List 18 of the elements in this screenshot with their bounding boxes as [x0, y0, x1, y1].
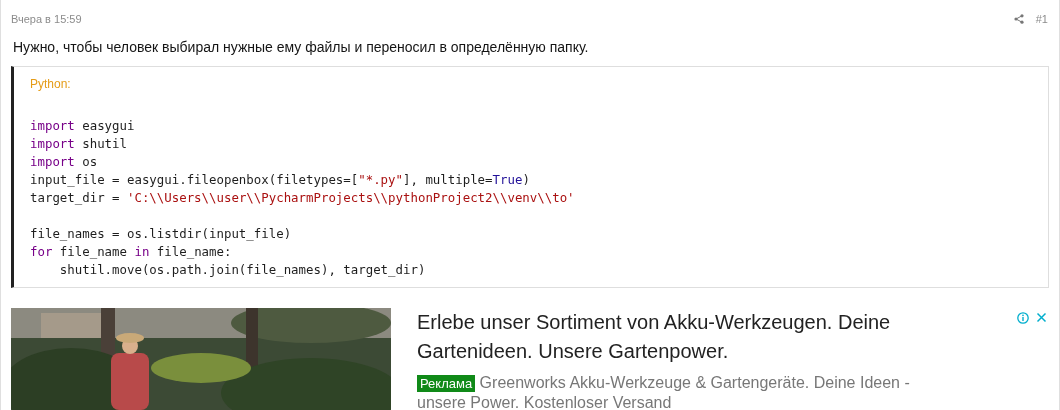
info-icon[interactable]	[1017, 312, 1029, 324]
ad-description[interactable]: Реклама Greenworks Akku-Werkzeuge & Gartengeräte. Deine Ideen - unsere Power. Kostenloser Versand	[417, 373, 937, 410]
code-language: Python:	[30, 77, 72, 91]
code-line: target_dir = 'C:\\Users\\user\\PycharmProjects\\pythonProject2\\venv\\to'	[30, 189, 576, 207]
code-line: shutil.move(os.path.join(file_names), target_dir)	[58, 261, 427, 279]
post-text: Нужно, чтобы человек выбирал нужные ему файлы и переносил в определённую папку.	[13, 39, 590, 55]
code-line: file_names = os.listdir(input_file)	[30, 225, 293, 243]
code-line: import easygui	[30, 117, 136, 135]
close-icon[interactable]	[1036, 312, 1047, 323]
code-line: for file_name in file_name:	[30, 243, 233, 261]
code-line: import os	[30, 153, 99, 171]
ad-label: Реклама	[417, 375, 476, 392]
ad-headline[interactable]: Erlebe unser Sortiment von Akku-Werkzeugen. Deine Gartenideen. Unsere Gartenpower.	[417, 308, 937, 366]
post-time: Вчера в 15:59	[11, 13, 82, 25]
code-line: import shutil	[30, 135, 128, 153]
code-line: input_file = easygui.fileopenbox(filetypes=["*.py"], multiple=True)	[30, 171, 531, 189]
share-icon[interactable]	[1013, 14, 1024, 24]
post-number-link[interactable]: #1	[1035, 13, 1048, 25]
